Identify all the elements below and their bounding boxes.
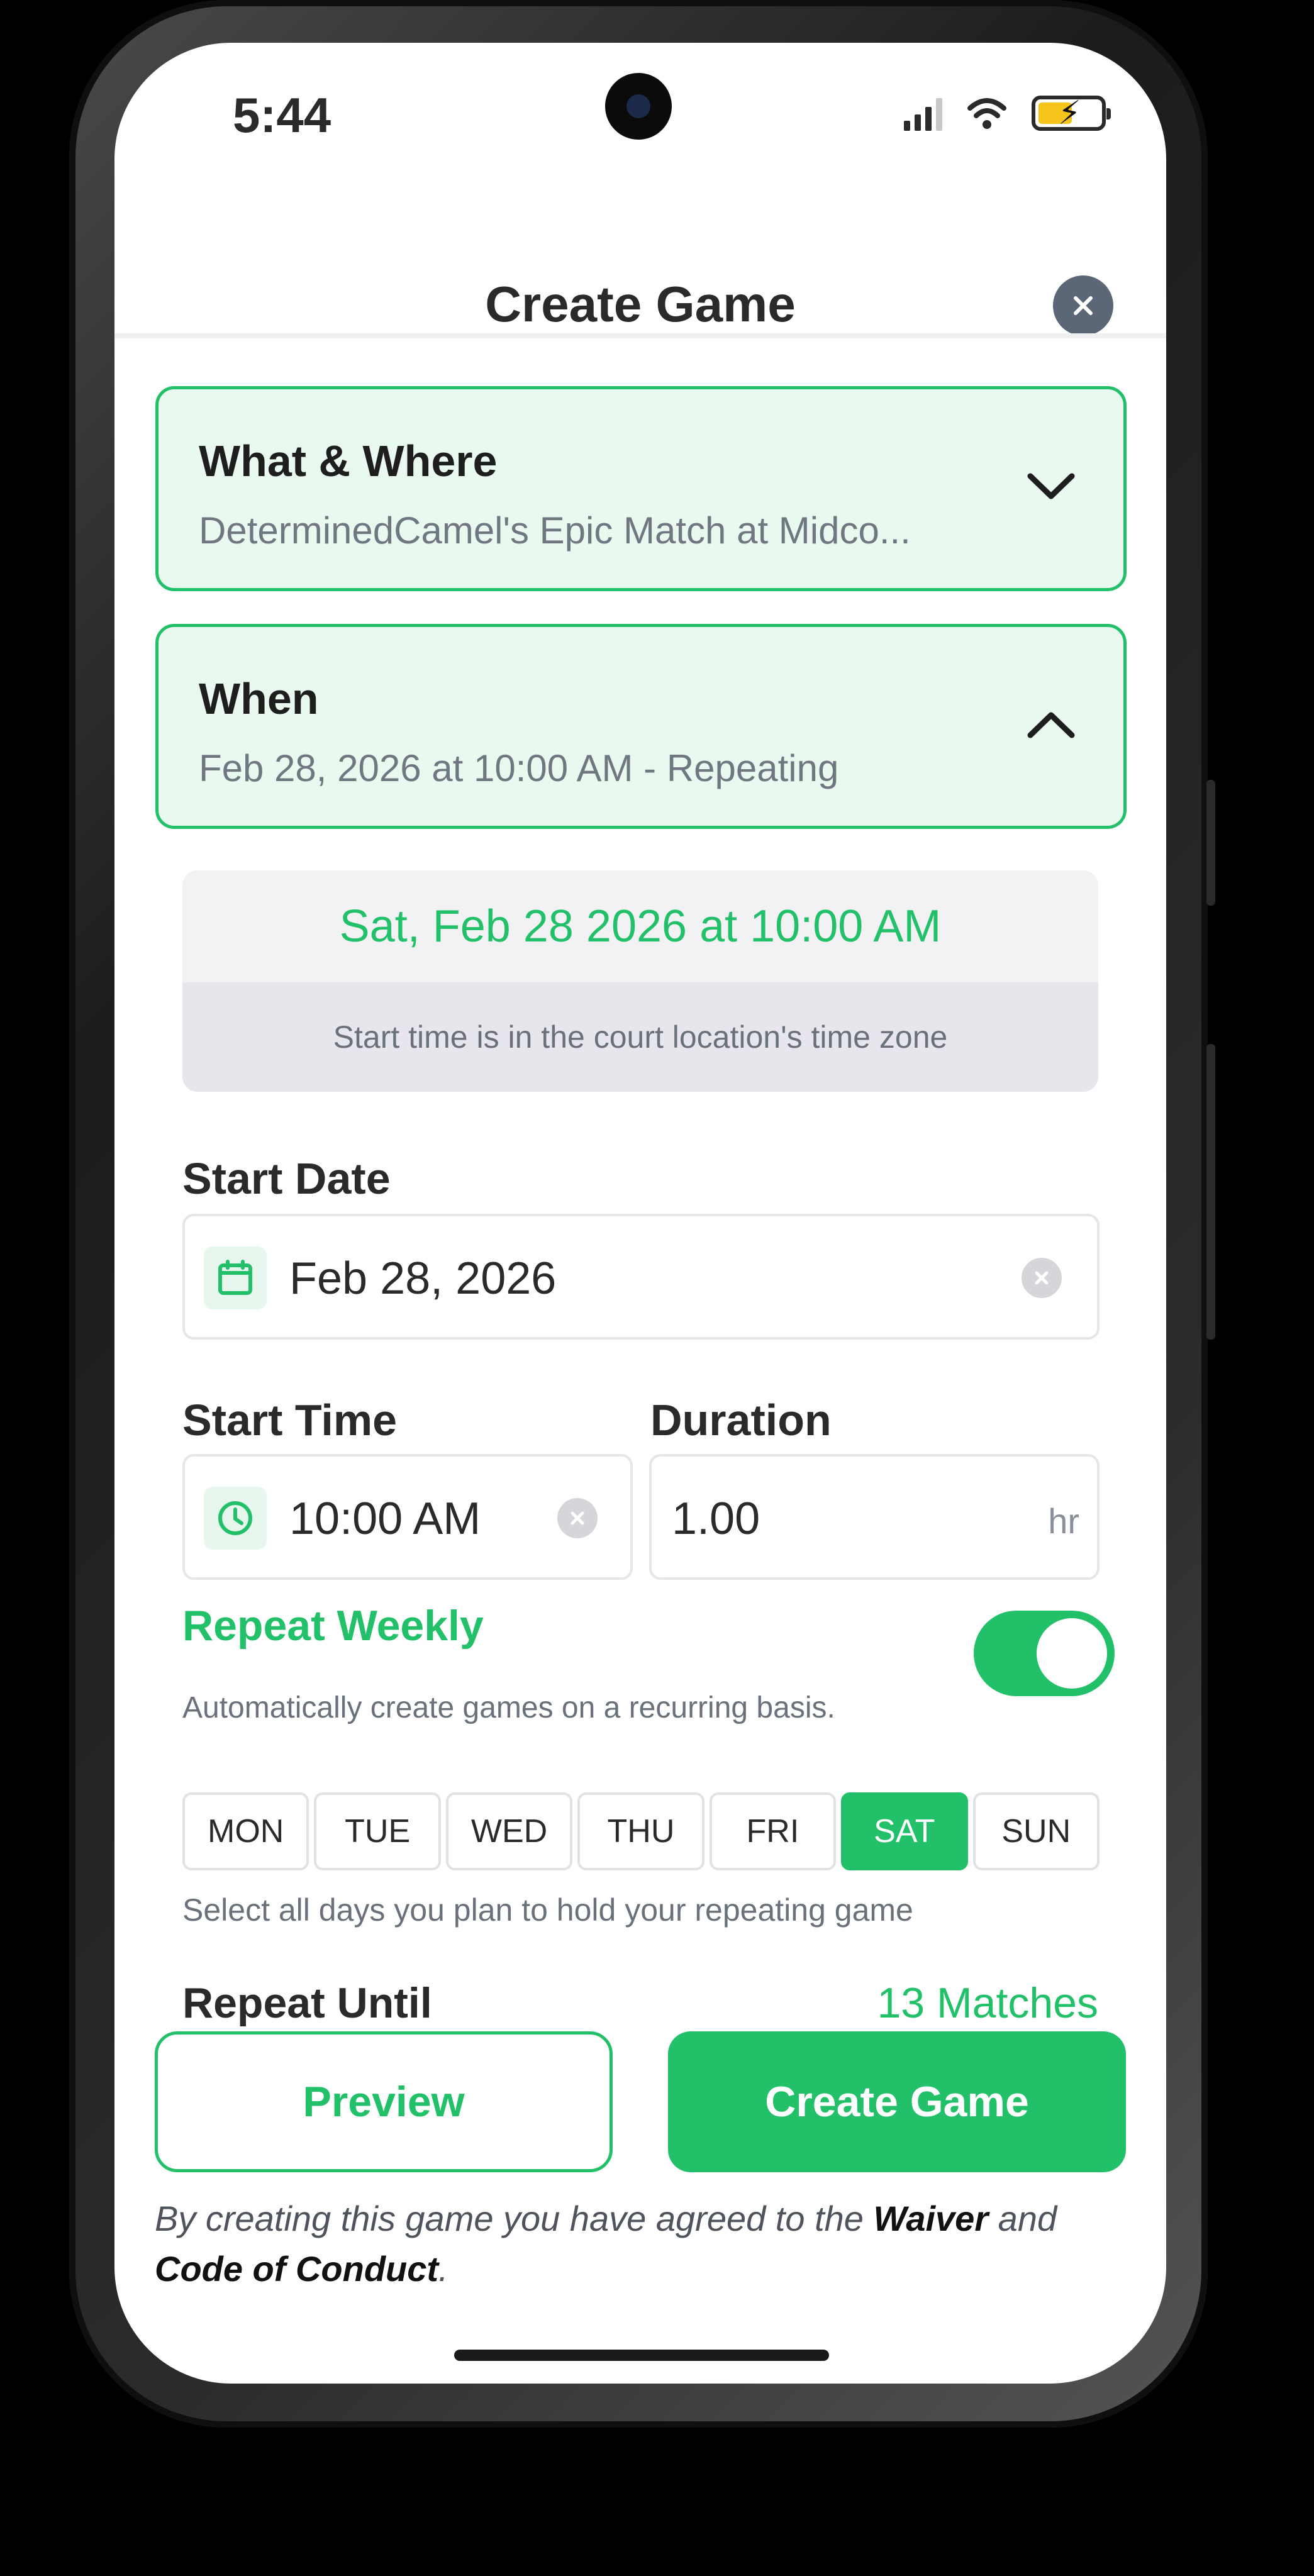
- start-date-field[interactable]: Feb 28, 2026: [182, 1214, 1100, 1340]
- repeat-weekly-title: Repeat Weekly: [182, 1602, 484, 1650]
- clear-icon[interactable]: [1022, 1258, 1062, 1298]
- page-title: Create Game: [485, 276, 796, 332]
- repeat-until-label: Repeat Until: [182, 1979, 432, 2027]
- chevron-up-icon[interactable]: [1023, 702, 1079, 747]
- duration-unit: hr: [1048, 1501, 1079, 1541]
- duration-label: Duration: [650, 1396, 832, 1445]
- phone-side-button: [1206, 780, 1215, 906]
- agreement-text: By creating this game you have agreed to…: [155, 2199, 1057, 2289]
- home-indicator[interactable]: [454, 2350, 829, 2361]
- datetime-summary: Sat, Feb 28 2026 at 10:00 AM Start time …: [182, 870, 1098, 1092]
- day-tue[interactable]: TUE: [314, 1792, 441, 1870]
- matches-count: 13 Matches: [877, 1979, 1098, 2027]
- waiver-link[interactable]: Waiver: [873, 2199, 988, 2238]
- start-time-field[interactable]: 10:00 AM: [182, 1454, 633, 1580]
- clear-icon[interactable]: [557, 1498, 598, 1538]
- weekday-hint: Select all days you plan to hold your re…: [182, 1892, 913, 1928]
- what-where-section[interactable]: What & Where DeterminedCamel's Epic Matc…: [155, 386, 1127, 591]
- header: Create Game: [114, 231, 1166, 382]
- create-game-button[interactable]: Create Game: [668, 2031, 1126, 2172]
- close-button[interactable]: [1053, 275, 1113, 336]
- day-wed[interactable]: WED: [445, 1792, 573, 1870]
- section-title: When: [199, 674, 319, 723]
- signal-icon: [904, 97, 942, 131]
- code-of-conduct-link[interactable]: Code of Conduct: [155, 2249, 438, 2289]
- status-time: 5:44: [233, 87, 331, 143]
- datetime-display: Sat, Feb 28 2026 at 10:00 AM: [182, 870, 1098, 982]
- day-thu[interactable]: THU: [577, 1792, 704, 1870]
- section-summary: DeterminedCamel's Epic Match at Midco...: [199, 509, 911, 552]
- timezone-note: Start time is in the court location's ti…: [182, 982, 1098, 1092]
- weekday-selector: MON TUE WED THU FRI SAT SUN: [182, 1792, 1100, 1870]
- duration-field[interactable]: 1.00 hr: [649, 1454, 1100, 1580]
- battery-icon: ⚡: [1032, 95, 1111, 131]
- when-section[interactable]: When Feb 28, 2026 at 10:00 AM - Repeatin…: [155, 624, 1127, 829]
- calendar-icon: [204, 1246, 267, 1309]
- charging-bolt-icon: ⚡: [1058, 95, 1081, 131]
- day-mon[interactable]: MON: [182, 1792, 309, 1870]
- close-icon: [1074, 296, 1093, 315]
- header-divider: [114, 333, 1166, 338]
- section-summary: Feb 28, 2026 at 10:00 AM - Repeating: [199, 747, 839, 789]
- status-icons: ⚡: [904, 93, 1111, 131]
- phone-side-button: [1206, 1044, 1215, 1340]
- chevron-down-icon[interactable]: [1023, 465, 1079, 509]
- day-fri[interactable]: FRI: [709, 1792, 837, 1870]
- start-date-value: Feb 28, 2026: [289, 1253, 557, 1304]
- duration-value: 1.00: [672, 1494, 760, 1544]
- start-time-label: Start Time: [182, 1396, 398, 1445]
- start-time-value: 10:00 AM: [289, 1494, 481, 1544]
- day-sat[interactable]: SAT: [841, 1792, 968, 1870]
- preview-button[interactable]: Preview: [155, 2031, 613, 2172]
- screen: 5:44 ⚡ Create Game What & Where Determin…: [114, 43, 1166, 2384]
- front-camera: [605, 73, 672, 140]
- section-title: What & Where: [199, 436, 498, 486]
- start-date-label: Start Date: [182, 1154, 391, 1203]
- wifi-icon: [967, 98, 1006, 129]
- clock-icon: [204, 1487, 267, 1550]
- repeat-weekly-description: Automatically create games on a recurrin…: [182, 1691, 835, 1724]
- repeat-weekly-toggle[interactable]: [974, 1611, 1115, 1696]
- day-sun[interactable]: SUN: [972, 1792, 1100, 1870]
